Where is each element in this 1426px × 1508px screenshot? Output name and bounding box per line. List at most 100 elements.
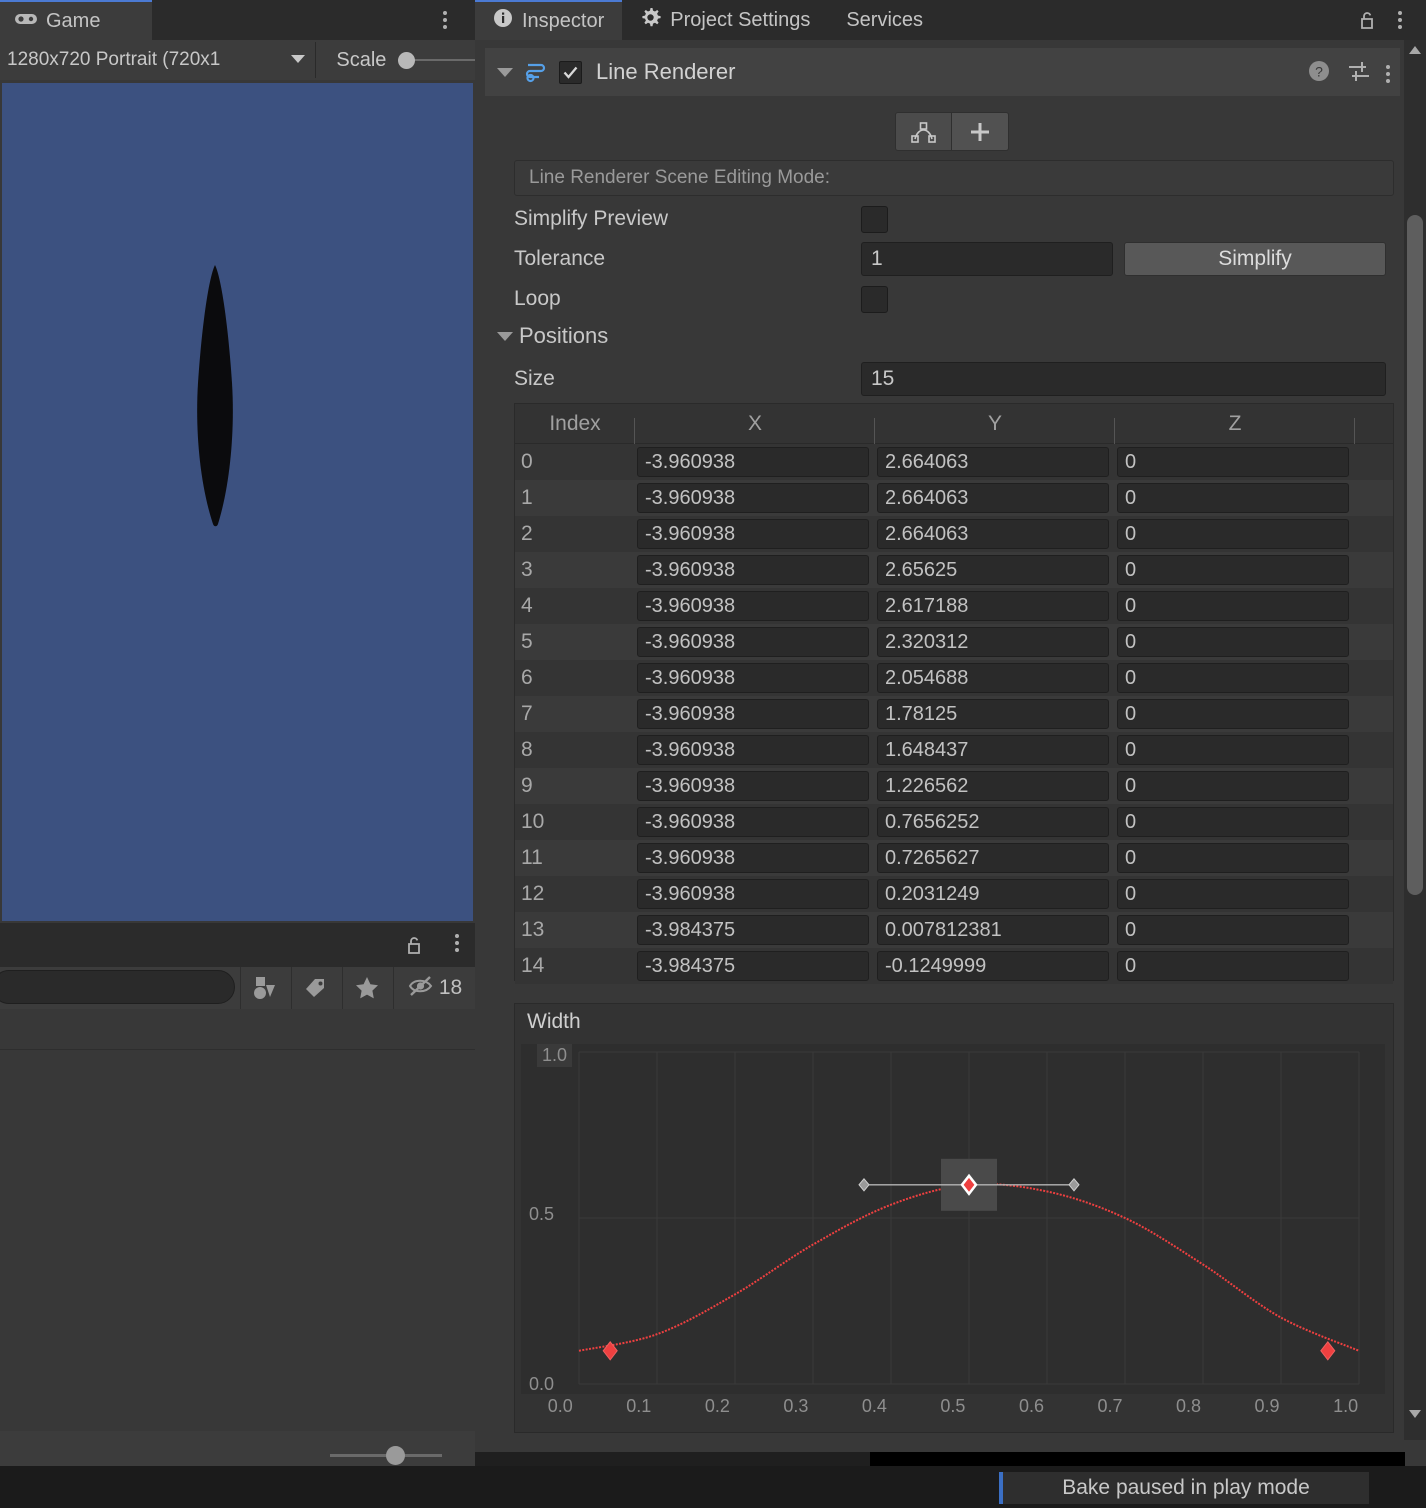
edit-points-icon[interactable] — [895, 112, 952, 151]
cell-y[interactable]: 0.2031249 — [877, 879, 1109, 909]
table-row[interactable]: 6 -3.960938 2.054688 0 — [515, 660, 1393, 696]
table-row[interactable]: 5 -3.960938 2.320312 0 — [515, 624, 1393, 660]
size-input[interactable]: 15 — [861, 362, 1386, 396]
scroll-up-arrow-icon[interactable] — [1409, 46, 1421, 54]
cell-y[interactable]: 1.226562 — [877, 771, 1109, 801]
cell-x[interactable]: -3.984375 — [637, 915, 869, 945]
zoom-slider-knob[interactable] — [386, 1446, 405, 1465]
cell-x[interactable]: -3.960938 — [637, 843, 869, 873]
cell-z[interactable]: 0 — [1117, 699, 1349, 729]
shapes-filter-icon[interactable] — [240, 967, 288, 1009]
cell-x[interactable]: -3.960938 — [637, 627, 869, 657]
table-row[interactable]: 7 -3.960938 1.78125 0 — [515, 696, 1393, 732]
component-enabled-checkbox[interactable] — [559, 60, 582, 84]
cell-x[interactable]: -3.960938 — [637, 735, 869, 765]
scrollbar-thumb[interactable] — [870, 1452, 1405, 1466]
table-row[interactable]: 2 -3.960938 2.664063 0 — [515, 516, 1393, 552]
cell-x[interactable]: -3.960938 — [637, 519, 869, 549]
cell-z[interactable]: 0 — [1117, 807, 1349, 837]
cell-y[interactable]: 0.7265627 — [877, 843, 1109, 873]
table-row[interactable]: 10 -3.960938 0.7656252 0 — [515, 804, 1393, 840]
column-header-z[interactable]: Z — [1115, 412, 1355, 444]
scale-slider-knob[interactable] — [398, 52, 416, 69]
column-header-x[interactable]: X — [635, 412, 875, 444]
cell-x[interactable]: -3.960938 — [637, 447, 869, 477]
simplify-preview-checkbox[interactable] — [861, 205, 888, 233]
column-header-y[interactable]: Y — [875, 412, 1115, 444]
cell-z[interactable]: 0 — [1117, 663, 1349, 693]
cell-z[interactable]: 0 — [1117, 735, 1349, 765]
width-curve-panel[interactable]: Width 1.0 0.5 0.0 0.0 0.1 0.2 0.3 0.4 0.5 0.6 0… — [514, 1003, 1394, 1433]
table-row[interactable]: 13 -3.984375 0.007812381 0 — [515, 912, 1393, 948]
cell-y[interactable]: 2.664063 — [877, 483, 1109, 513]
cell-z[interactable]: 0 — [1117, 843, 1349, 873]
favorite-star-icon[interactable] — [342, 967, 390, 1009]
cell-z[interactable]: 0 — [1117, 951, 1349, 981]
width-curve-graph[interactable] — [521, 1044, 1385, 1394]
unlock-icon[interactable] — [403, 934, 425, 956]
cell-y[interactable]: -0.1249999 — [877, 951, 1109, 981]
table-row[interactable]: 3 -3.960938 2.65625 0 — [515, 552, 1393, 588]
cell-y[interactable]: 1.78125 — [877, 699, 1109, 729]
chevron-down-icon[interactable] — [497, 67, 513, 77]
search-input[interactable] — [0, 970, 235, 1004]
cell-x[interactable]: -3.960938 — [637, 807, 869, 837]
cell-y[interactable]: 2.65625 — [877, 555, 1109, 585]
table-row[interactable]: 14 -3.984375 -0.1249999 0 — [515, 948, 1393, 984]
game-view[interactable] — [2, 83, 473, 921]
unlock-icon[interactable] — [1356, 9, 1378, 31]
cell-x[interactable]: -3.960938 — [637, 591, 869, 621]
cell-z[interactable]: 0 — [1117, 447, 1349, 477]
cell-x[interactable]: -3.960938 — [637, 555, 869, 585]
cell-x[interactable]: -3.960938 — [637, 699, 869, 729]
table-row[interactable]: 0 -3.960938 2.664063 0 — [515, 444, 1393, 480]
cell-x[interactable]: -3.960938 — [637, 663, 869, 693]
cell-z[interactable]: 0 — [1117, 555, 1349, 585]
table-row[interactable]: 4 -3.960938 2.617188 0 — [515, 588, 1393, 624]
table-row[interactable]: 8 -3.960938 1.648437 0 — [515, 732, 1393, 768]
chevron-down-icon[interactable] — [497, 331, 513, 341]
simplify-button[interactable]: Simplify — [1124, 242, 1386, 276]
cell-y[interactable]: 1.648437 — [877, 735, 1109, 765]
horizontal-scrollbar[interactable] — [475, 1452, 1405, 1466]
positions-foldout[interactable]: Positions — [497, 323, 608, 349]
cell-y[interactable]: 0.007812381 — [877, 915, 1109, 945]
scrollbar-thumb[interactable] — [1407, 215, 1423, 895]
cell-y[interactable]: 2.664063 — [877, 519, 1109, 549]
zoom-slider[interactable] — [330, 1445, 442, 1465]
kebab-menu-icon[interactable] — [433, 8, 457, 32]
table-row[interactable]: 9 -3.960938 1.226562 0 — [515, 768, 1393, 804]
cell-y[interactable]: 2.617188 — [877, 591, 1109, 621]
left-panel-body[interactable] — [0, 1009, 475, 1431]
kebab-menu-icon[interactable] — [1386, 64, 1390, 83]
cell-x[interactable]: -3.960938 — [637, 483, 869, 513]
tag-filter-icon[interactable] — [291, 967, 339, 1009]
cell-y[interactable]: 2.054688 — [877, 663, 1109, 693]
status-message[interactable]: Bake paused in play mode — [999, 1472, 1369, 1504]
cell-z[interactable]: 0 — [1117, 519, 1349, 549]
tab-game[interactable]: Game — [0, 0, 152, 40]
cell-y[interactable]: 0.7656252 — [877, 807, 1109, 837]
tolerance-input[interactable]: 1 — [861, 242, 1113, 276]
add-point-icon[interactable] — [952, 112, 1009, 151]
cell-x[interactable]: -3.960938 — [637, 879, 869, 909]
help-icon[interactable]: ? — [1306, 58, 1332, 89]
table-row[interactable]: 11 -3.960938 0.7265627 0 — [515, 840, 1393, 876]
cell-z[interactable]: 0 — [1117, 771, 1349, 801]
scale-slider[interactable] — [398, 50, 477, 70]
cell-z[interactable]: 0 — [1117, 879, 1349, 909]
scroll-down-arrow-icon[interactable] — [1409, 1410, 1421, 1418]
cell-y[interactable]: 2.664063 — [877, 447, 1109, 477]
cell-z[interactable]: 0 — [1117, 627, 1349, 657]
kebab-menu-icon[interactable] — [1388, 8, 1412, 32]
tab-project-settings[interactable]: Project Settings — [622, 0, 828, 40]
cell-x[interactable]: -3.984375 — [637, 951, 869, 981]
inspector-vertical-scrollbar[interactable] — [1404, 40, 1426, 1440]
hidden-objects-button[interactable]: 18 — [393, 967, 475, 1009]
column-header-index[interactable]: Index — [515, 412, 635, 444]
component-header-line-renderer[interactable]: Line Renderer ? — [485, 48, 1400, 96]
loop-checkbox[interactable] — [861, 285, 888, 313]
cell-z[interactable]: 0 — [1117, 591, 1349, 621]
table-row[interactable]: 1 -3.960938 2.664063 0 — [515, 480, 1393, 516]
cell-z[interactable]: 0 — [1117, 915, 1349, 945]
